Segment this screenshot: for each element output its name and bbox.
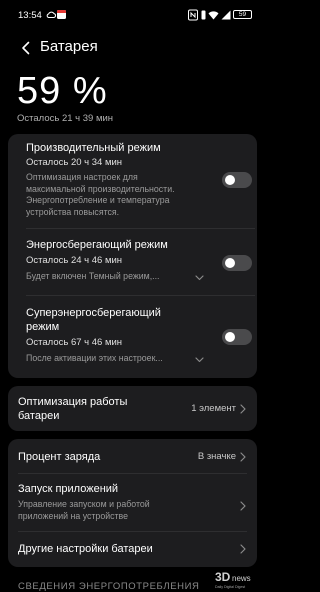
super-power-saving-mode-toggle[interactable] <box>222 329 252 345</box>
other-battery-settings-label: Другие настройки батареи <box>18 543 153 555</box>
app-launch-row[interactable]: Запуск приложений Управление запуском и … <box>8 474 257 530</box>
app-launch-label: Запуск приложений <box>18 483 119 495</box>
battery-percent: 59 % <box>17 70 108 112</box>
chevron-right-icon <box>240 452 246 462</box>
back-arrow-icon[interactable] <box>20 41 32 55</box>
divider <box>26 295 255 296</box>
svg-text:Daily Digital Digest: Daily Digital Digest <box>215 585 245 589</box>
divider <box>26 228 255 229</box>
status-time: 13:54 <box>18 10 42 21</box>
energy-usage-section-header: СВЕДЕНИЯ ЭНЕРГОПОТРЕБЛЕНИЯ <box>18 581 200 592</box>
battery-status-badge: 59 <box>233 10 252 19</box>
svg-text:3D: 3D <box>215 570 231 584</box>
power-saving-mode-remaining: Осталось 24 ч 46 мин <box>26 255 123 266</box>
performance-mode-remaining: Осталось 20 ч 34 мин <box>26 157 123 168</box>
super-power-saving-mode-title[interactable]: Суперэнергосберегающий режим <box>26 306 161 334</box>
chevron-right-icon <box>240 544 246 554</box>
svg-text:news: news <box>232 574 251 583</box>
performance-mode-desc: Оптимизация настроек для максимальной пр… <box>26 172 175 217</box>
signal-icon <box>221 10 231 20</box>
charge-percent-value: В значке <box>197 451 236 462</box>
calendar-icon <box>57 10 66 19</box>
chevron-down-icon[interactable] <box>195 275 204 281</box>
chevron-down-icon[interactable] <box>195 357 204 363</box>
battery-optimization-title: Оптимизация работы батареи <box>18 396 128 422</box>
other-battery-settings-row[interactable]: Другие настройки батареи <box>8 532 257 566</box>
power-saving-mode-toggle[interactable] <box>222 255 252 271</box>
super-power-saving-mode-remaining: Осталось 67 ч 46 мин <box>26 337 123 348</box>
performance-mode-toggle[interactable] <box>222 172 252 188</box>
cloud-icon <box>46 11 56 18</box>
battery-optimization-row[interactable]: Оптимизация работы батареи 1 элемент <box>8 386 257 431</box>
power-saving-mode-title[interactable]: Энергосберегающий режим <box>26 238 168 252</box>
super-power-saving-mode-desc: После активации этих настроек... <box>26 353 163 363</box>
wifi-icon <box>208 11 219 20</box>
toggle-knob <box>225 175 235 185</box>
toggle-knob <box>225 332 235 342</box>
power-saving-mode-desc: Будет включен Темный режим,... <box>26 271 160 281</box>
nfc-icon <box>188 9 198 21</box>
battery-optimization-value: 1 элемент <box>191 403 236 414</box>
3dnews-watermark-logo: 3D news Daily Digital Digest <box>215 570 251 589</box>
page-title: Батарея <box>40 38 98 55</box>
battery-settings-card: Процент заряда В значке Запуск приложени… <box>8 439 257 567</box>
chevron-right-icon <box>240 404 246 414</box>
battery-remaining: Осталось 21 ч 39 мин <box>17 113 114 124</box>
charge-percent-label: Процент заряда <box>18 451 101 463</box>
chevron-right-icon <box>240 501 246 511</box>
toggle-knob <box>225 258 235 268</box>
power-modes-card: Производительный режим Осталось 20 ч 34 … <box>8 134 257 378</box>
performance-mode-title[interactable]: Производительный режим <box>26 141 161 155</box>
app-launch-desc: Управление запуском и работой приложений… <box>18 499 150 521</box>
status-bar: 13:54 59 <box>0 0 265 30</box>
charge-percent-row[interactable]: Процент заряда В значке <box>8 439 257 473</box>
vibrate-icon <box>201 10 206 20</box>
